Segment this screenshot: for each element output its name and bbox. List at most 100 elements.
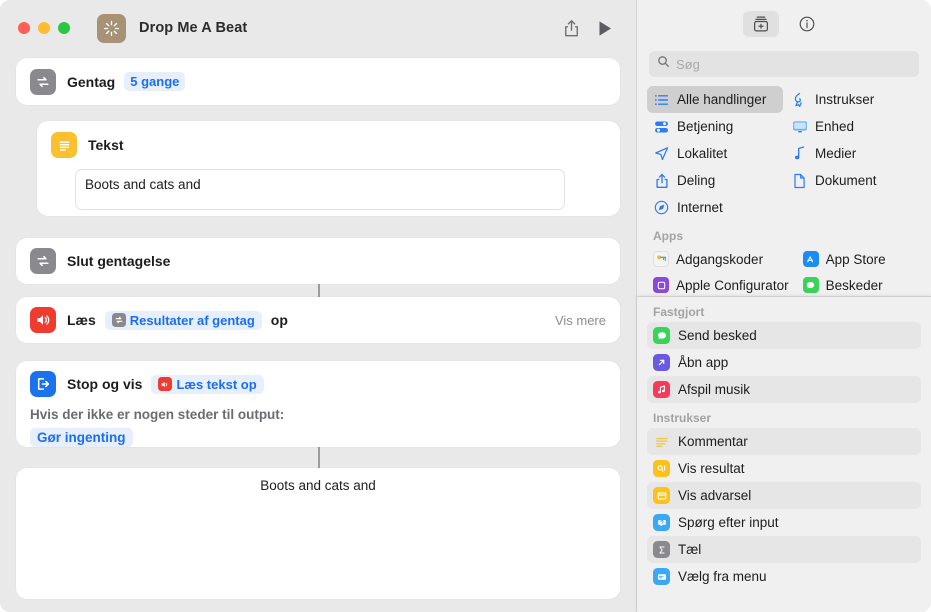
action-card-stop-and-output[interactable]: Stop og vis Læs tekst op Hvis der ikke e… xyxy=(16,361,620,447)
variable-token-speak-text[interactable]: Læs tekst op xyxy=(151,374,264,394)
messages-app-icon xyxy=(802,277,819,293)
action-card-repeat[interactable]: Gentag 5 gange xyxy=(16,58,620,105)
instruction-item-kommentar[interactable]: Kommentar xyxy=(647,428,921,455)
search-field[interactable] xyxy=(649,51,919,77)
action-title: Læs xyxy=(67,312,96,328)
instruction-item-label: Spørg efter input xyxy=(678,515,779,530)
action-card-text[interactable]: Tekst Boots and cats and xyxy=(37,121,620,216)
play-button[interactable] xyxy=(588,13,622,43)
token-label: Læs tekst op xyxy=(176,376,257,392)
workflow-editor: Drop Me A Beat Gentag 5 gange Tekst Boot… xyxy=(0,0,636,612)
info-circle-icon[interactable] xyxy=(789,11,825,37)
category-label: Dokument xyxy=(815,173,877,188)
category-label: Enhed xyxy=(815,119,855,134)
app-item-beskeder[interactable]: Beskeder xyxy=(797,272,921,293)
category-label: Deling xyxy=(677,173,716,188)
library-toolbar xyxy=(637,0,931,48)
category-alle-handlinger[interactable]: Alle handlinger xyxy=(647,86,783,113)
stop-card-header: Stop og vis Læs tekst op xyxy=(30,371,606,397)
action-title: Slut gentagelse xyxy=(67,253,171,269)
stop-subtitle: Hvis der ikke er nogen steder til output… xyxy=(30,407,285,422)
category-medier[interactable]: Medier xyxy=(785,140,921,167)
action-title: Gentag xyxy=(67,73,116,90)
music-note-icon xyxy=(791,146,808,161)
document-title[interactable]: Drop Me A Beat xyxy=(139,20,247,36)
category-label: Medier xyxy=(815,146,857,161)
repeat-count-chip[interactable]: 5 gange xyxy=(124,72,186,91)
ask-for-input-icon xyxy=(653,514,670,531)
action-library-sidebar: Alle handlinger Instrukser xyxy=(636,0,931,612)
output-preview-card[interactable]: Boots and cats and xyxy=(16,468,620,599)
text-input-field[interactable]: Boots and cats and xyxy=(75,169,565,210)
apps-section: Apps Adgangskoder App Store Apple Config… xyxy=(637,229,931,293)
pinned-item-label: Åbn app xyxy=(678,355,729,370)
speak-suffix: op xyxy=(270,312,288,328)
apps-grid: Adgangskoder App Store Apple Configurato… xyxy=(647,246,921,293)
app-label: Adgangskoder xyxy=(676,251,764,267)
instruction-item-label: Kommentar xyxy=(678,434,748,449)
safari-compass-icon xyxy=(653,200,670,215)
instruction-item-vis-resultat[interactable]: Vis resultat xyxy=(647,455,921,482)
shortcut-app-icon xyxy=(97,13,126,43)
share-up-icon xyxy=(653,173,670,189)
action-card-end-repeat[interactable]: Slut gentagelse xyxy=(16,238,620,284)
connector-line xyxy=(318,447,320,468)
app-item-adgangskoder[interactable]: Adgangskoder xyxy=(647,246,795,272)
display-icon xyxy=(791,120,808,134)
show-result-icon xyxy=(653,460,670,477)
category-label: Alle handlinger xyxy=(677,92,767,107)
app-item-apple-configurator[interactable]: Apple Configurator xyxy=(647,272,795,293)
share-button[interactable] xyxy=(554,13,588,43)
category-deling[interactable]: Deling xyxy=(647,167,783,194)
music-app-icon xyxy=(653,381,670,398)
action-card-speak-text[interactable]: Læs Resultater af gentag op Vis mere xyxy=(16,297,620,343)
app-label: App Store xyxy=(825,251,886,267)
category-label: Instrukser xyxy=(815,92,875,107)
zoom-button[interactable] xyxy=(58,22,70,34)
workflow-canvas: Gentag 5 gange Tekst Boots and cats and … xyxy=(0,56,636,612)
category-enhed[interactable]: Enhed xyxy=(785,113,921,140)
repeat-icon xyxy=(30,68,56,95)
category-betjening[interactable]: Betjening xyxy=(647,113,783,140)
instruction-item-tael[interactable]: Tæl xyxy=(647,536,921,563)
speaker-icon xyxy=(30,307,56,333)
category-internet[interactable]: Internet xyxy=(647,194,783,221)
close-button[interactable] xyxy=(18,22,30,34)
stop-fallback-option[interactable]: Gør ingenting xyxy=(30,428,133,447)
instruction-item-vis-advarsel[interactable]: Vis advarsel xyxy=(647,482,921,509)
action-library-icon[interactable] xyxy=(743,11,779,37)
connector-line xyxy=(318,284,320,297)
output-preview-text: Boots and cats and xyxy=(260,478,376,493)
repeat-icon xyxy=(30,248,56,274)
pinned-item-send-besked[interactable]: Send besked xyxy=(647,322,921,349)
pinned-item-afspil-musik[interactable]: Afspil musik xyxy=(647,376,921,403)
category-grid: Alle handlinger Instrukser Betjening Enh… xyxy=(637,86,931,221)
search-icon xyxy=(657,55,670,73)
app-item-app-store[interactable]: App Store xyxy=(797,246,921,272)
shortcuts-window: Drop Me A Beat Gentag 5 gange Tekst Boot… xyxy=(0,0,931,612)
show-more-button[interactable]: Vis mere xyxy=(555,313,606,328)
instruction-item-sporg-efter-input[interactable]: Spørg efter input xyxy=(647,509,921,536)
minimize-button[interactable] xyxy=(38,22,50,34)
count-sigma-icon xyxy=(653,541,670,558)
pinned-item-abn-app[interactable]: Åbn app xyxy=(647,349,921,376)
category-label: Internet xyxy=(677,200,723,215)
variable-token-repeat-results[interactable]: Resultater af gentag xyxy=(104,310,262,330)
category-instrukser[interactable]: Instrukser xyxy=(785,86,921,113)
list-bullet-icon xyxy=(653,93,670,107)
open-app-icon xyxy=(653,354,670,371)
category-dokument[interactable]: Dokument xyxy=(785,167,921,194)
instruction-item-label: Vis resultat xyxy=(678,461,745,476)
app-label: Apple Configurator xyxy=(676,277,789,293)
category-lokalitet[interactable]: Lokalitet xyxy=(647,140,783,167)
search-input[interactable] xyxy=(676,56,911,72)
traffic-lights xyxy=(18,22,70,34)
category-label: Lokalitet xyxy=(677,146,728,161)
token-label: Resultater af gentag xyxy=(129,312,255,328)
repeat-icon xyxy=(111,313,126,327)
action-title: Stop og vis xyxy=(67,376,143,392)
sliders-icon xyxy=(653,120,670,134)
pinned-section-heading: Fastgjort xyxy=(653,305,705,319)
messages-app-icon xyxy=(653,327,670,344)
instruction-item-vaelg-fra-menu[interactable]: Vælg fra menu xyxy=(647,563,921,590)
